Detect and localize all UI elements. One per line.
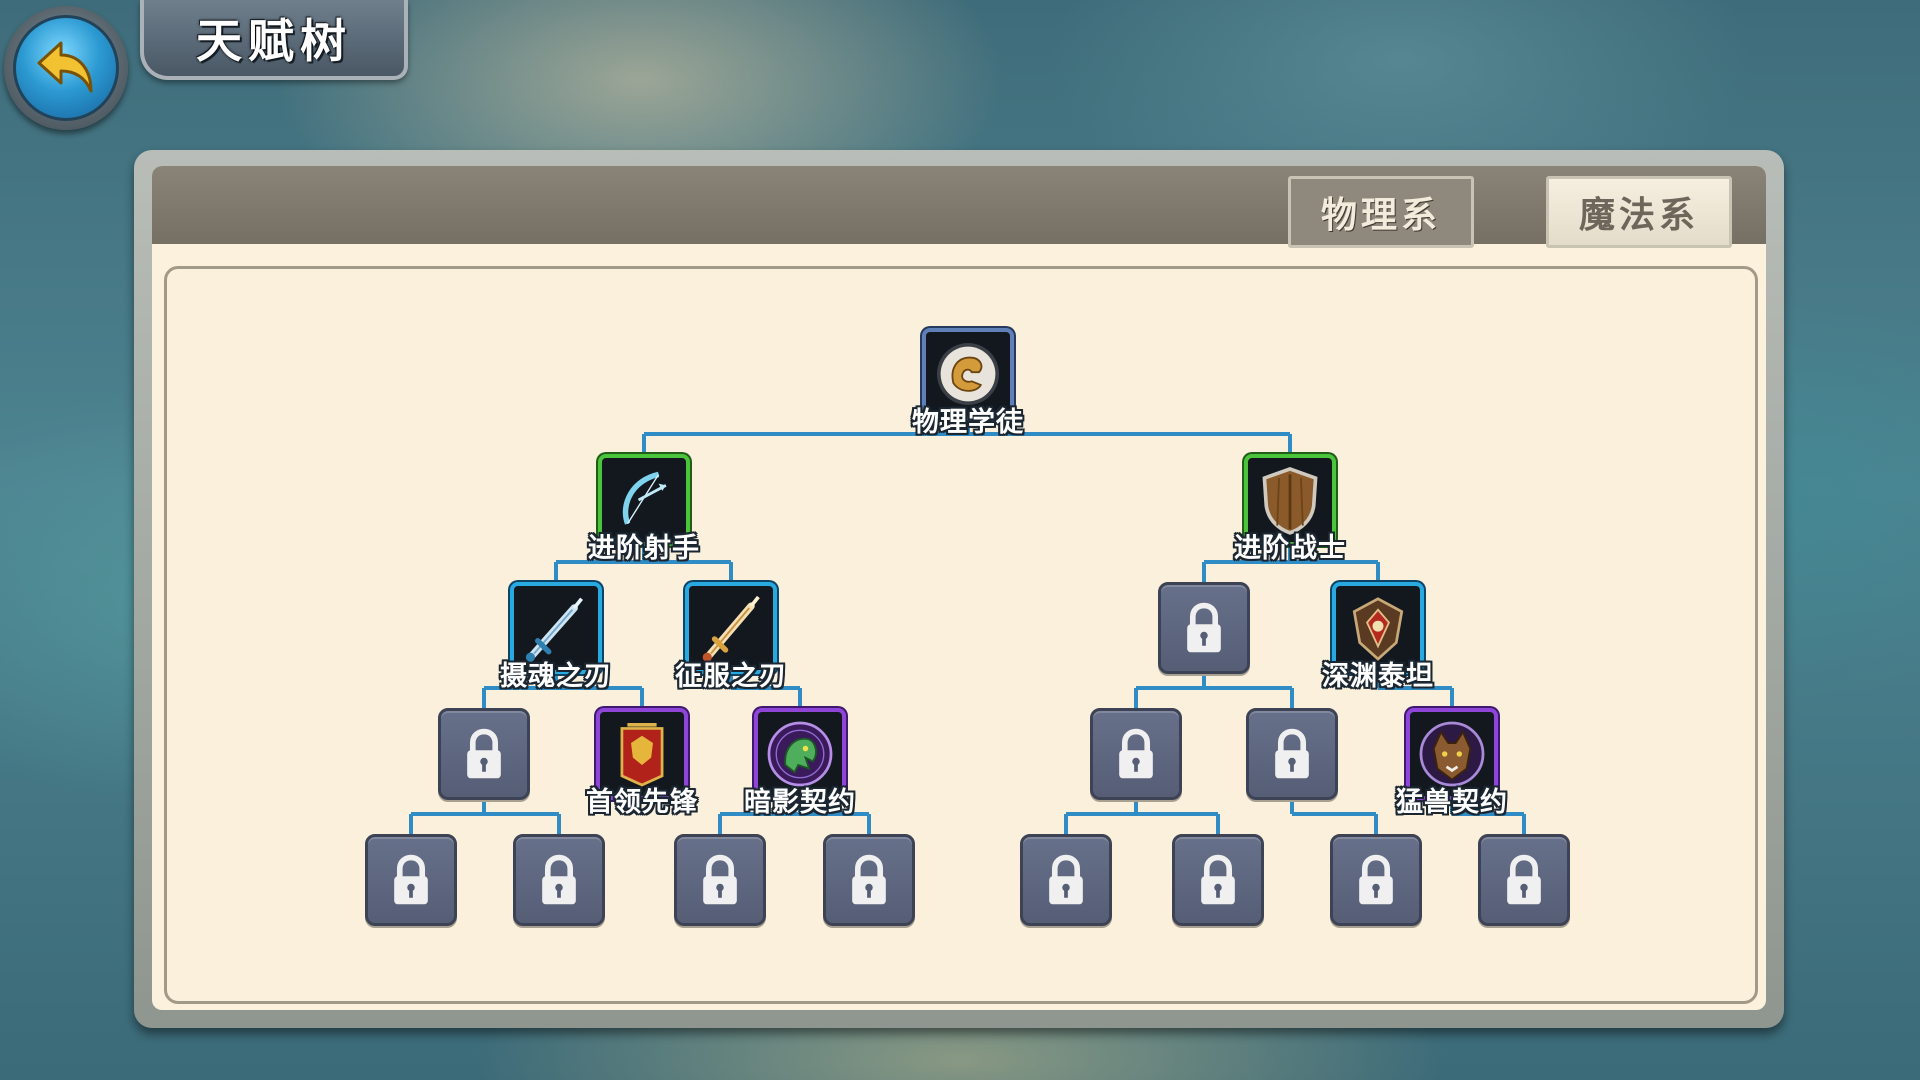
talent-node-locked[interactable] [1158,582,1250,674]
tab-magic[interactable]: 魔法系 [1546,176,1732,248]
talent-node[interactable] [1406,708,1498,800]
talent-node-locked[interactable] [1246,708,1338,800]
talent-node-locked[interactable] [365,834,457,926]
talent-node[interactable] [596,708,688,800]
talent-node-locked[interactable] [1172,834,1264,926]
talent-node[interactable] [510,582,602,674]
talent-node-locked[interactable] [438,708,530,800]
back-arrow-icon [13,15,119,121]
page-title: 天赋树 [196,14,352,68]
talent-node[interactable] [922,328,1014,420]
talent-node-locked[interactable] [1478,834,1570,926]
talent-node[interactable] [1244,454,1336,546]
talent-node-locked[interactable] [1330,834,1422,926]
talent-node[interactable] [598,454,690,546]
talent-node[interactable] [685,582,777,674]
talent-node-locked[interactable] [674,834,766,926]
talent-node-locked[interactable] [823,834,915,926]
back-button[interactable] [4,6,128,130]
title-plate: 天赋树 [140,0,408,80]
talent-node[interactable] [754,708,846,800]
tab-physical[interactable]: 物理系 [1288,176,1474,248]
talent-node[interactable] [1332,582,1424,674]
talent-node-locked[interactable] [1020,834,1112,926]
talent-node-locked[interactable] [513,834,605,926]
talent-node-locked[interactable] [1090,708,1182,800]
panel-header: 物理系 魔法系 [152,166,1766,248]
